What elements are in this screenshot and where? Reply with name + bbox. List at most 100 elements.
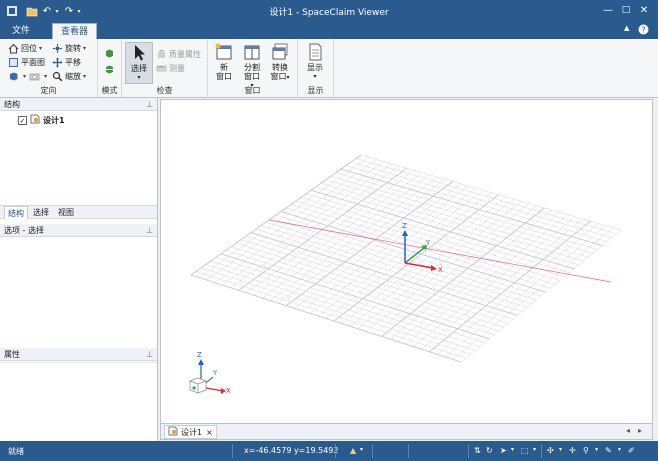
pointer-status-icon[interactable]: ➤ [500, 446, 507, 455]
pencil-status-icon[interactable]: ✎ [605, 446, 612, 455]
window-group: 新 窗口 分割 窗口 ▾ 转换 窗口▾ 窗口 [208, 39, 298, 98]
status-separator [541, 444, 542, 458]
window-title: 设计1 - SpaceClaim Viewer [269, 8, 389, 18]
pin-icon[interactable]: ⊥ [146, 98, 153, 111]
help-icon[interactable]: ? [638, 24, 649, 38]
grid-line [340, 168, 603, 246]
mode-3d-button[interactable] [104, 47, 117, 60]
view-cube-button[interactable]: ▾ ▾ [8, 70, 47, 83]
switch-dropdown-icon: ▾ [286, 74, 290, 81]
plan-view-button[interactable]: 平面图 [8, 56, 45, 69]
measure-status-icon[interactable]: ✐ [628, 446, 635, 455]
mass-properties-icon [156, 49, 167, 60]
select-button[interactable]: 选择 ▾ [125, 42, 153, 84]
pencil-dropdown-icon[interactable]: ▾ [618, 446, 621, 453]
home-button[interactable]: 回位 ▾ [8, 42, 42, 55]
y-axis-label: Y [425, 239, 431, 247]
display-dropdown-icon: ▾ [313, 73, 317, 80]
ribbon-tab-row: 文件 查看器 ▲ ? [0, 22, 658, 39]
pin-icon[interactable]: ⊥ [146, 224, 153, 237]
properties-panel-header: 属性 ⊥ [0, 348, 157, 361]
close-button[interactable]: ✕ [636, 3, 652, 18]
orient-group-label: 定向 [40, 86, 57, 95]
tab-scroll-right-icon[interactable]: ▸ [638, 426, 642, 435]
pointer-dropdown-icon[interactable]: ▾ [511, 446, 514, 453]
grid-line [460, 229, 622, 363]
panel-tab-views[interactable]: 视图 [55, 206, 77, 219]
measure-icon [156, 63, 167, 74]
minimize-button[interactable]: — [600, 3, 616, 18]
switch-window-icon [272, 43, 288, 60]
design-doc-icon [30, 114, 40, 126]
cube-y-label: Y [212, 369, 218, 377]
box-select-icon[interactable]: ⬚ [521, 446, 529, 455]
warning-dropdown-icon[interactable]: ▾ [360, 446, 363, 453]
status-separator [232, 444, 233, 458]
ground-grid [190, 154, 622, 363]
zoom-button[interactable]: 缩放 ▾ [52, 70, 86, 83]
measure-button[interactable]: 测量 [156, 62, 185, 75]
orientation-cube[interactable]: Z Y X [189, 351, 231, 395]
ribbon-collapse-icon[interactable]: ▲ [624, 24, 629, 32]
display-group: 显示 ▾ 显示 [298, 39, 334, 98]
pin-icon[interactable]: ⊥ [146, 348, 153, 361]
maximize-button[interactable]: □ [618, 3, 634, 18]
grid-line [413, 216, 576, 347]
grid-line [315, 186, 579, 266]
pan-button[interactable]: 平移 [52, 56, 81, 69]
split-window-button[interactable]: 分割 窗口 ▾ [239, 42, 265, 90]
grid-line [444, 225, 606, 358]
grid-line [437, 223, 599, 355]
display-button[interactable]: 显示 ▾ [302, 42, 328, 81]
visibility-checkbox[interactable]: ✓ [18, 115, 27, 125]
scene-canvas[interactable]: Z Y X Z Y X [161, 100, 652, 423]
new-window-button[interactable]: 新 窗口 [211, 42, 237, 81]
switch-window-button[interactable]: 转换 窗口▾ [267, 42, 293, 82]
mass-properties-button[interactable]: 质量属性 [156, 48, 201, 61]
orbit-dropdown-icon[interactable]: ▾ [559, 446, 562, 453]
ribbon: 回位 ▾ 平面图 ▾ ▾ 旋转 ▾ 平移 缩放 ▾ 定向 模式 选择 ▾ 质量属… [0, 39, 658, 98]
doc-tab-design[interactable]: 设计1 × [164, 425, 217, 439]
display-page-icon [309, 43, 322, 61]
tab-scroll-left-icon[interactable]: ◂ [626, 426, 630, 435]
left-panel-column: 结构 ⊥ ✓ 设计1 结构 选择 视图 选项 - 选择 ⊥ 属性 ⊥ [0, 98, 158, 441]
doc-tab-close-icon[interactable]: × [206, 428, 213, 437]
tree-item-design[interactable]: ✓ 设计1 [18, 114, 65, 126]
spin-status-icon[interactable]: ↻ [486, 446, 493, 455]
cube-z-head [198, 359, 204, 365]
status-bar: 就绪 x=-46.4579 y=19.5492 ▲ ▾ ⇅ ↻ ➤ ▾ ⬚ ▾ … [0, 441, 658, 461]
pan-status-icon[interactable]: ✛ [569, 446, 576, 455]
mode-section-icon [104, 64, 115, 75]
grid-line [405, 214, 568, 345]
mode-section-button[interactable] [104, 63, 117, 76]
grid-line [345, 165, 607, 242]
panel-tab-selection[interactable]: 选择 [30, 206, 52, 219]
grid-line [320, 182, 584, 262]
status-separator [468, 444, 469, 458]
status-text: 就绪 [8, 447, 24, 456]
grid-line [360, 154, 622, 231]
zoom-dropdown-icon[interactable]: ▾ [595, 446, 598, 453]
plan-view-icon [8, 57, 19, 68]
design-viewport[interactable]: Z Y X Z Y X [160, 99, 653, 424]
grid-line [421, 218, 583, 350]
grid-line [389, 209, 553, 340]
tab-viewer[interactable]: 查看器 [52, 23, 98, 39]
z-axis-label: Z [402, 222, 407, 230]
panel-tab-structure[interactable]: 结构 [4, 206, 28, 219]
inspect-group-label: 检查 [156, 86, 173, 95]
zoom-status-icon[interactable]: ⚲ [583, 446, 589, 455]
warning-icon[interactable]: ▲ [350, 446, 356, 455]
orbit-status-icon[interactable]: ✣ [547, 446, 554, 455]
grid-line [310, 189, 575, 270]
mode-group: 模式 [98, 39, 122, 98]
box-select-dropdown-icon[interactable]: ▾ [533, 446, 536, 453]
grid-line [452, 227, 614, 360]
inspect-group: 选择 ▾ 质量属性 测量 检查 [122, 39, 208, 98]
grid-line [350, 161, 612, 239]
rotate-status-icon[interactable]: ⇅ [474, 446, 481, 455]
split-window-icon [244, 45, 260, 60]
options-panel-header: 选项 - 选择 ⊥ [0, 224, 157, 237]
rotate-button[interactable]: 旋转 ▾ [52, 42, 86, 55]
tab-file[interactable]: 文件 [4, 23, 38, 39]
